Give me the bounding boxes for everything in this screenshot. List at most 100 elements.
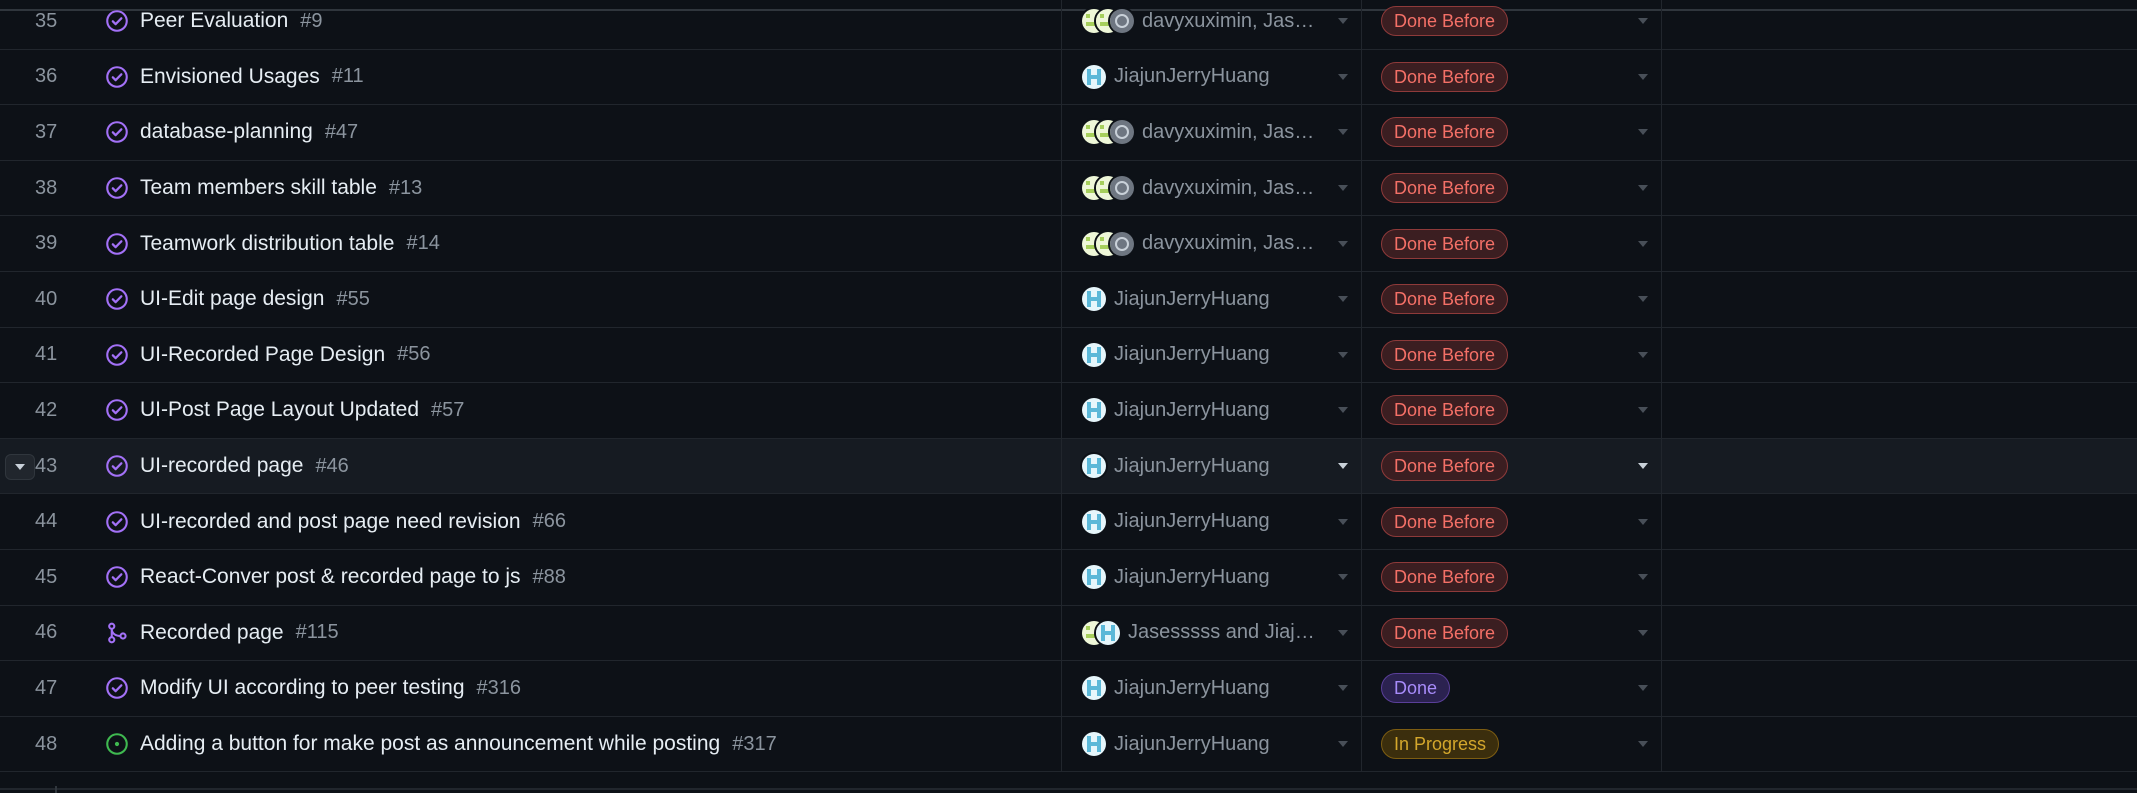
issue-title-link[interactable]: UI-Edit page design [140, 287, 324, 311]
issue-title-link[interactable]: UI-Recorded Page Design [140, 343, 385, 367]
issue-title-link[interactable]: React-Conver post & recorded page to js [140, 565, 521, 589]
assignees-dropdown-icon[interactable] [1338, 741, 1348, 748]
status-dropdown-icon[interactable] [1638, 518, 1648, 525]
table-row[interactable]: 45 React-Conver post & recorded page to j… [0, 549, 2137, 606]
table-row[interactable]: 46 Recorded page #115 Jasesssss and Jiajun.… [0, 605, 2137, 662]
assignees-dropdown-icon[interactable] [1338, 685, 1348, 692]
assignees-dropdown-icon[interactable] [1338, 129, 1348, 136]
status-cell[interactable]: Done Before [1381, 50, 1509, 105]
issue-title-link[interactable]: Peer Evaluation [140, 9, 288, 33]
assignees-cell[interactable]: davyxuximin, Jases... [1080, 161, 1320, 216]
status-dropdown-icon[interactable] [1638, 18, 1648, 25]
assignees-cell[interactable]: JiajunJerryHuang [1080, 383, 1320, 438]
status-dropdown-icon[interactable] [1638, 296, 1648, 303]
table-row[interactable]: 38 Team members skill table #13 davyxuximin… [0, 160, 2137, 217]
closed-issue-icon [105, 454, 129, 478]
status-cell[interactable]: Done Before [1381, 383, 1509, 438]
issue-title-link[interactable]: Teamwork distribution table [140, 232, 394, 256]
table-row[interactable]: 44 UI-recorded and post page need revisio… [0, 494, 2137, 550]
assignees-dropdown-icon[interactable] [1338, 351, 1348, 358]
table-row[interactable]: 47 Modify UI according to peer testing #31… [0, 661, 2137, 717]
column-divider [1061, 0, 1062, 49]
status-badge: Done Before [1381, 506, 1509, 537]
table-row[interactable]: 40 UI-Edit page design #55 JiajunJerryHuang… [0, 271, 2137, 328]
status-dropdown-icon[interactable] [1638, 185, 1648, 192]
title-cell: Team members skill table #13 [140, 161, 1057, 216]
issue-title-link[interactable]: UI-Post Page Layout Updated [140, 398, 419, 422]
assignees-cell[interactable]: JiajunJerryHuang [1080, 717, 1320, 772]
status-dropdown-icon[interactable] [1638, 407, 1648, 414]
table-row[interactable]: 36 Envisioned Usages #11 JiajunJerryHuang Do… [0, 49, 2137, 106]
avatar [1108, 174, 1136, 203]
assignees-dropdown-icon[interactable] [1338, 463, 1348, 470]
assignees-cell[interactable]: davyxuximin, Jases... [1080, 105, 1320, 160]
assignees-cell[interactable]: Jasesssss and Jiajun... [1080, 606, 1320, 661]
status-dropdown-icon[interactable] [1638, 574, 1648, 581]
issue-title-link[interactable]: Team members skill table [140, 176, 377, 200]
status-dropdown-icon[interactable] [1638, 73, 1648, 80]
table-row[interactable]: 39 Teamwork distribution table #14 davyxuxi… [0, 216, 2137, 272]
assignees-cell[interactable]: JiajunJerryHuang [1080, 328, 1320, 383]
assignees-dropdown-icon[interactable] [1338, 73, 1348, 80]
status-cell[interactable]: Done Before [1381, 494, 1509, 549]
row-menu-button[interactable] [5, 454, 35, 481]
row-number: 36 [35, 65, 58, 88]
table-row[interactable]: 35 Peer Evaluation #9 davyxuximin, Jases...… [0, 0, 2137, 50]
assignees-dropdown-icon[interactable] [1338, 296, 1348, 303]
status-badge: Done [1381, 673, 1451, 704]
status-cell[interactable]: Done Before [1381, 0, 1509, 49]
assignee-names: Jasesssss and Jiajun... [1128, 621, 1320, 644]
assignees-cell[interactable]: davyxuximin, Jases... [1080, 0, 1320, 49]
assignees-cell[interactable]: JiajunJerryHuang [1080, 272, 1320, 327]
assignee-names: davyxuximin, Jases... [1142, 232, 1320, 255]
table-row[interactable]: 42 UI-Post Page Layout Updated #57 JiajunJe… [0, 383, 2137, 439]
status-cell[interactable]: Done Before [1381, 328, 1509, 383]
status-cell[interactable]: In Progress [1381, 717, 1500, 772]
assignees-cell[interactable]: JiajunJerryHuang [1080, 494, 1320, 549]
issue-title-link[interactable]: Modify UI according to peer testing [140, 676, 465, 700]
assignees-dropdown-icon[interactable] [1338, 18, 1348, 25]
row-number: 45 [35, 565, 58, 588]
table-row[interactable]: 43 UI-recorded page #46 JiajunJerryHuang Don… [0, 438, 2137, 495]
status-cell[interactable]: Done Before [1381, 216, 1509, 271]
issue-title-link[interactable]: database-planning [140, 120, 313, 144]
issue-title-link[interactable]: UI-recorded page [140, 454, 303, 478]
assignees-dropdown-icon[interactable] [1338, 518, 1348, 525]
status-dropdown-icon[interactable] [1638, 463, 1648, 470]
status-dropdown-icon[interactable] [1638, 741, 1648, 748]
status-cell[interactable]: Done [1381, 661, 1451, 716]
issue-title-link[interactable]: Recorded page [140, 621, 284, 645]
status-dropdown-icon[interactable] [1638, 685, 1648, 692]
assignees-cell[interactable]: JiajunJerryHuang [1080, 661, 1320, 716]
assignees-dropdown-icon[interactable] [1338, 240, 1348, 247]
status-cell[interactable]: Done Before [1381, 439, 1509, 494]
assignees-dropdown-icon[interactable] [1338, 185, 1348, 192]
assignees-cell[interactable]: JiajunJerryHuang [1080, 439, 1320, 494]
status-dropdown-icon[interactable] [1638, 129, 1648, 136]
open-issue-icon [105, 732, 129, 756]
column-divider [1061, 383, 1062, 438]
assignees-cell[interactable]: JiajunJerryHuang [1080, 50, 1320, 105]
assignees-dropdown-icon[interactable] [1338, 574, 1348, 581]
assignees-dropdown-icon[interactable] [1338, 629, 1348, 636]
issue-title-link[interactable]: UI-recorded and post page need revision [140, 510, 521, 534]
status-cell[interactable]: Done Before [1381, 161, 1509, 216]
assignees-dropdown-icon[interactable] [1338, 407, 1348, 414]
assignees-cell[interactable]: davyxuximin, Jases... [1080, 216, 1320, 271]
issue-title-link[interactable]: Adding a button for make post as announc… [140, 732, 720, 756]
row-number: 48 [35, 732, 58, 755]
status-cell[interactable]: Done Before [1381, 550, 1509, 605]
status-dropdown-icon[interactable] [1638, 240, 1648, 247]
status-cell[interactable]: Done Before [1381, 272, 1509, 327]
issue-number: #56 [397, 343, 431, 366]
issue-title-link[interactable]: Envisioned Usages [140, 65, 320, 89]
status-cell[interactable]: Done Before [1381, 105, 1509, 160]
status-dropdown-icon[interactable] [1638, 629, 1648, 636]
status-dropdown-icon[interactable] [1638, 351, 1648, 358]
table-row[interactable]: 37 database-planning #47 davyxuximin, Jases… [0, 105, 2137, 161]
status-cell[interactable]: Done Before [1381, 606, 1509, 661]
column-divider [1661, 549, 1662, 605]
assignees-cell[interactable]: JiajunJerryHuang [1080, 550, 1320, 605]
table-row[interactable]: 48 Adding a button for make post as annou… [0, 716, 2137, 773]
table-row[interactable]: 41 UI-Recorded Page Design #56 JiajunJerryH… [0, 327, 2137, 384]
